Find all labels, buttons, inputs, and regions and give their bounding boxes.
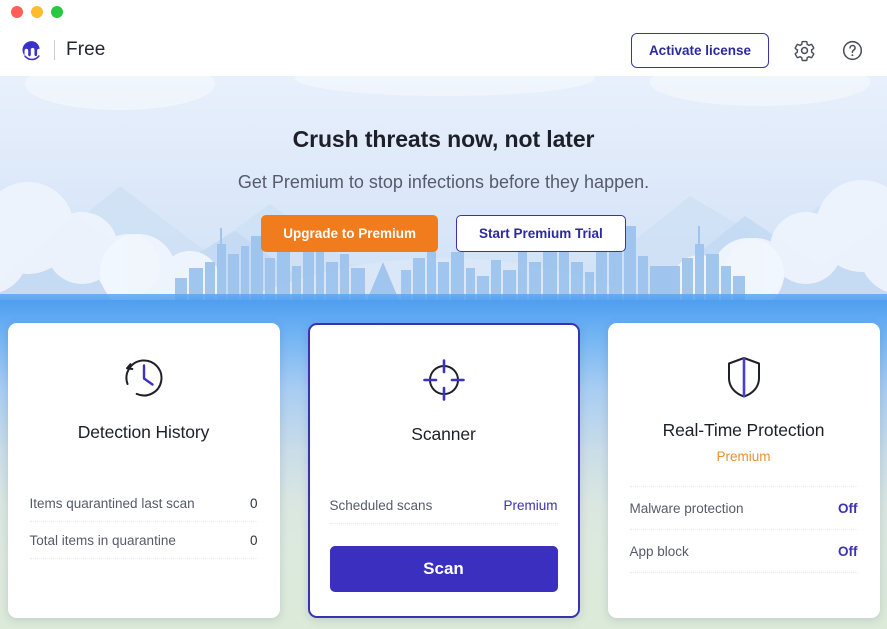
scan-button[interactable]: Scan (329, 546, 558, 592)
clock-history-icon (118, 351, 170, 405)
scanner-stats: Scheduled scans Premium (329, 487, 558, 524)
stat-label: App block (629, 543, 689, 559)
card-title: Scanner (411, 424, 476, 444)
minimize-window-button[interactable] (31, 6, 43, 18)
malwarebytes-logo-icon (20, 39, 43, 62)
maximize-window-button[interactable] (51, 6, 63, 18)
row-separator (329, 523, 558, 524)
stat-value[interactable]: Off (838, 501, 858, 516)
feature-cards: Detection History Items quarantined last… (0, 300, 887, 629)
stat-label: Malware protection (629, 500, 744, 516)
row-separator (629, 572, 858, 573)
brand: Free (20, 39, 105, 62)
brand-divider (54, 40, 55, 60)
header-actions: Activate license (630, 32, 865, 68)
card-real-time-protection[interactable]: Real-Time Protection Premium Malware pro… (607, 323, 880, 618)
stat-value: 0 (249, 495, 258, 511)
dashboard-body: Detection History Items quarantined last… (0, 300, 887, 629)
shield-icon (718, 351, 770, 403)
window-titlebar (0, 0, 887, 24)
hero-banner: Crush threats now, not later Get Premium… (0, 76, 887, 300)
detection-history-stats: Items quarantined last scan 0 Total item… (29, 485, 258, 559)
stat-value: 0 (249, 532, 258, 548)
activate-license-button[interactable]: Activate license (630, 32, 769, 68)
hero-actions: Upgrade to Premium Start Premium Trial (261, 215, 626, 252)
hero-subtitle: Get Premium to stop infections before th… (237, 172, 650, 192)
hero-content: Crush threats now, not later Get Premium… (0, 76, 887, 300)
brand-edition-label: Free (66, 39, 106, 60)
stat-label: Items quarantined last scan (29, 495, 195, 511)
stat-row-items-quarantined-last-scan: Items quarantined last scan 0 (30, 485, 258, 521)
card-scanner[interactable]: Scanner Scheduled scans Premium Scan (307, 323, 580, 618)
upgrade-to-premium-button[interactable]: Upgrade to Premium (261, 215, 438, 252)
stat-row-app-block[interactable]: App block Off (630, 530, 858, 572)
stat-row-malware-protection[interactable]: Malware protection Off (630, 487, 858, 529)
stat-row-scheduled-scans: Scheduled scans Premium (330, 487, 558, 523)
card-detection-history[interactable]: Detection History Items quarantined last… (7, 323, 280, 618)
hero-title: Crush threats now, not later (292, 126, 595, 152)
app-header: Free Activate license (0, 24, 887, 76)
row-separator (29, 558, 258, 559)
crosshair-scanner-icon (418, 353, 470, 407)
stat-value: Premium (503, 497, 558, 513)
gear-icon[interactable] (791, 37, 817, 63)
card-title: Real-Time Protection (662, 420, 825, 440)
start-premium-trial-button[interactable]: Start Premium Trial (455, 215, 626, 252)
premium-badge: Premium (716, 449, 771, 464)
stat-row-total-items-in-quarantine: Total items in quarantine 0 (30, 522, 258, 558)
stat-label: Scheduled scans (329, 497, 433, 513)
realtime-protection-stats: Malware protection Off App block Off (629, 486, 858, 573)
close-window-button[interactable] (11, 6, 23, 18)
card-title: Detection History (77, 422, 210, 442)
app-window: Free Activate license Crush threats now,… (0, 0, 887, 629)
question-circle-icon[interactable] (839, 37, 865, 63)
stat-value[interactable]: Off (838, 544, 858, 559)
stat-label: Total items in quarantine (29, 532, 176, 548)
